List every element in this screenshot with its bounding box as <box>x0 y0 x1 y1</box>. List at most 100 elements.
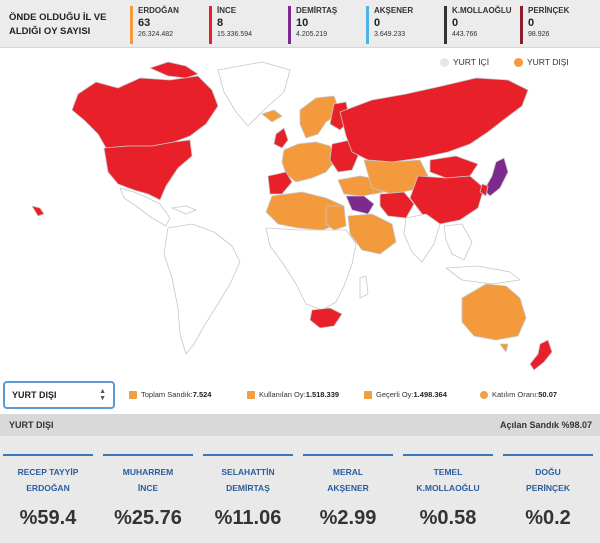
result-name: MERAL AKŞENER <box>327 467 369 493</box>
result-percentage: %11.06 <box>214 507 282 529</box>
region-india[interactable] <box>403 213 441 263</box>
region-select-value: YURT DIŞI <box>12 390 57 400</box>
result-card-erdogan: RECEP TAYYİP ERDOĞAN %59.4 <box>3 454 93 538</box>
stat-turnout-value: 50.07 <box>538 390 558 399</box>
stat-total-box-value: 7.524 <box>192 390 212 399</box>
region-mongolia[interactable] <box>429 155 479 179</box>
region-russia[interactable] <box>339 77 529 163</box>
stat-total-box-label: Toplam Sandık: <box>141 390 193 399</box>
candidate-demirtas[interactable]: DEMİRTAŞ 10 4.205.219 <box>288 6 364 44</box>
region-tasmania[interactable] <box>499 343 509 353</box>
legend-dot-domestic <box>440 57 449 67</box>
result-card-ince: MUHARREM İNCE %25.76 <box>103 454 193 538</box>
candidate-votes: 15.336.594 <box>217 31 253 38</box>
candidate-votes: 26.324.482 <box>138 31 174 38</box>
region-madagascar[interactable] <box>359 275 369 299</box>
region-hawaii[interactable] <box>31 205 45 217</box>
candidate-votes: 3.649.233 <box>374 31 406 38</box>
region-australia[interactable] <box>461 283 527 341</box>
result-name: MUHARREM İNCE <box>122 467 174 493</box>
region-usa[interactable] <box>103 139 193 201</box>
candidate-perincek[interactable]: PERİNÇEK 0 98.926 <box>520 6 596 44</box>
candidate-seats: 0 <box>374 17 381 29</box>
results-heading-bar: YURT DIŞI Açılan Sandık %98.07 <box>0 414 600 436</box>
region-indonesia[interactable] <box>445 265 521 285</box>
stat-valid-votes: Geçerli Oy: 1.498.364 <box>364 390 447 399</box>
turnout-icon <box>480 390 488 399</box>
stat-used-votes-label: Kullanılan Oy: <box>259 390 306 399</box>
world-map: YURT İÇİ YURT DIŞI <box>0 48 600 372</box>
results-header: ÖNDE OLDUĞU İL VE ALDIĞI OY SAYISI ERDOĞ… <box>0 0 600 48</box>
legend-label-domestic: YURT İÇİ <box>453 57 490 67</box>
candidate-votes: 98.926 <box>528 31 550 38</box>
region-uk[interactable] <box>273 127 289 149</box>
stat-turnout: Katılım Oranı: 50.07 <box>480 390 557 399</box>
header-title: ÖNDE OLDUĞU İL VE ALDIĞI OY SAYISI <box>9 12 107 37</box>
candidate-erdogan[interactable]: ERDOĞAN 63 26.324.482 <box>130 6 206 44</box>
candidate-name: AKŞENER <box>374 6 414 15</box>
result-name: RECEP TAYYİP ERDOĞAN <box>17 467 79 493</box>
results-panel: RECEP TAYYİP ERDOĞAN %59.4 MUHARREM İNCE %… <box>0 436 600 543</box>
region-canada[interactable] <box>71 75 219 149</box>
region-select[interactable]: YURT DIŞI ▲ ▼ <box>3 381 115 409</box>
stat-used-votes: Kullanılan Oy: 1.518.339 <box>247 390 339 399</box>
result-percentage: %25.76 <box>114 507 182 529</box>
region-south-america[interactable] <box>163 223 241 355</box>
candidate-votes: 443.766 <box>452 31 478 38</box>
candidate-name: ERDOĞAN <box>138 6 179 15</box>
candidate-name: PERİNÇEK <box>528 6 570 15</box>
result-name: TEMEL K.MOLLAOĞLU <box>416 467 480 493</box>
stat-valid-votes-value: 1.498.364 <box>413 390 447 399</box>
candidate-seats: 63 <box>138 17 151 29</box>
result-card-karamollaoglu: TEMEL K.MOLLAOĞLU %0.58 <box>403 454 493 538</box>
candidate-aksener[interactable]: AKŞENER 0 3.649.233 <box>366 6 442 44</box>
candidate-name: DEMİRTAŞ <box>296 6 338 15</box>
result-name: DOĞU PERİNÇEK <box>526 467 570 493</box>
region-iberia[interactable] <box>267 171 293 195</box>
result-percentage: %0.2 <box>525 507 571 529</box>
region-west-europe[interactable] <box>281 141 337 183</box>
candidate-seats: 10 <box>296 17 309 29</box>
results-opened-boxes: Açılan Sandık %98.07 <box>499 420 592 430</box>
region-south-africa[interactable] <box>309 307 343 329</box>
candidate-karamollaoglu[interactable]: K.MOLLAOĞLU 0 443.766 <box>444 6 518 44</box>
result-percentage: %2.99 <box>319 507 377 529</box>
stat-turnout-label: Katılım Oranı: <box>492 390 539 399</box>
stat-used-votes-value: 1.518.339 <box>305 390 340 399</box>
stat-total-box: Toplam Sandık: 7.524 <box>129 390 211 399</box>
stat-valid-votes-label: Geçerli Oy: <box>376 390 414 399</box>
result-name: SELAHATTİN DEMİRTAŞ <box>221 467 275 493</box>
candidate-ince[interactable]: İNCE 8 15.336.594 <box>209 6 285 44</box>
valid-votes-icon <box>364 390 372 399</box>
region-se-asia[interactable] <box>443 223 473 261</box>
region-iceland[interactable] <box>261 109 283 123</box>
legend-domestic[interactable]: YURT İÇİ <box>440 57 489 67</box>
region-caribbean[interactable] <box>171 205 197 215</box>
legend-dot-abroad <box>514 57 523 67</box>
result-card-perincek: DOĞU PERİNÇEK %0.2 <box>503 454 593 538</box>
used-votes-icon <box>247 390 255 399</box>
ballot-box-icon <box>129 390 137 399</box>
region-iran[interactable] <box>379 191 415 219</box>
candidate-seats: 0 <box>528 17 535 29</box>
region-arctic-islands[interactable] <box>149 61 199 79</box>
legend-label-abroad: YURT DIŞI <box>527 57 569 67</box>
candidate-seats: 8 <box>217 17 224 29</box>
result-card-aksener: MERAL AKŞENER %2.99 <box>303 454 393 538</box>
result-card-demirtas: SELAHATTİN DEMİRTAŞ %11.06 <box>203 454 293 538</box>
result-percentage: %0.58 <box>419 507 477 529</box>
candidate-votes: 4.205.219 <box>296 31 328 38</box>
result-percentage: %59.4 <box>19 507 77 529</box>
region-new-zealand[interactable] <box>529 339 553 371</box>
region-japan[interactable] <box>483 157 509 197</box>
select-arrow-icon: ▲ ▼ <box>99 388 106 402</box>
candidate-name: İNCE <box>217 6 237 15</box>
candidate-seats: 0 <box>452 17 459 29</box>
region-africa-central[interactable] <box>265 227 357 311</box>
region-syria-iraq[interactable] <box>345 195 375 215</box>
candidate-name: K.MOLLAOĞLU <box>452 6 512 15</box>
world-map-svg <box>31 61 553 371</box>
region-egypt[interactable] <box>325 205 347 231</box>
results-region: YURT DIŞI <box>9 420 54 430</box>
legend-abroad[interactable]: YURT DIŞI <box>514 57 569 67</box>
